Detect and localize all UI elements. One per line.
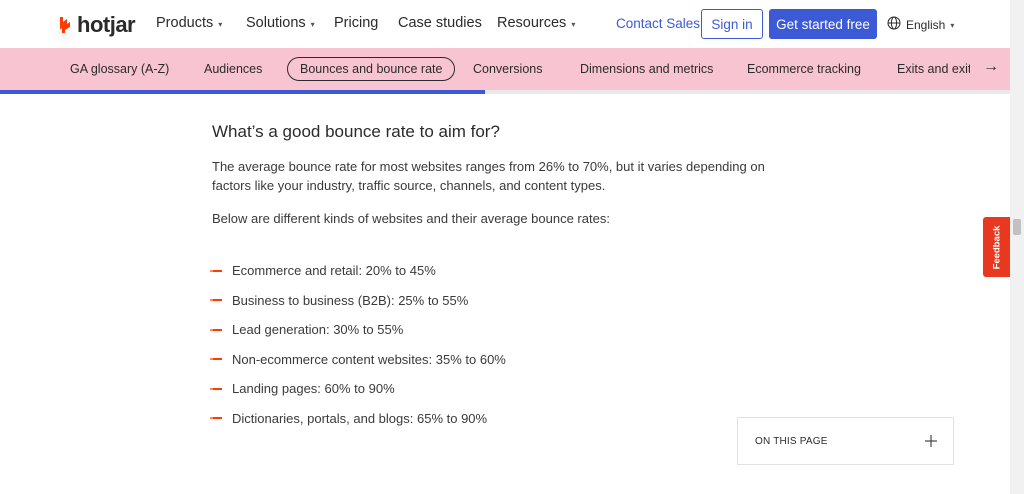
top-navigation: hotjar Products ▾ Solutions ▾ Pricing Ca… — [0, 0, 1010, 48]
get-started-button[interactable]: Get started free — [769, 9, 877, 39]
tab-bounces-and-bounce-rate[interactable]: Bounces and bounce rate — [287, 57, 456, 81]
nav-solutions-label: Solutions — [246, 15, 306, 31]
language-selector[interactable]: English ▾ — [887, 16, 954, 33]
list-item: Ecommerce and retail: 20% to 45% — [210, 256, 792, 286]
bullet-dash-icon — [210, 387, 222, 390]
list-item-text: Ecommerce and retail: 20% to 45% — [232, 263, 436, 279]
bullet-dash-icon — [210, 269, 222, 272]
bullet-dash-icon — [210, 299, 222, 302]
tab-ga-glossary[interactable]: GA glossary (A-Z) — [70, 62, 169, 76]
list-item: Non-ecommerce content websites: 35% to 6… — [210, 345, 792, 375]
list-item-text: Lead generation: 30% to 55% — [232, 322, 404, 338]
intro-paragraph: The average bounce rate for most website… — [212, 159, 765, 193]
chevron-down-icon: ▾ — [950, 21, 955, 30]
nav-resources[interactable]: Resources ▾ — [497, 15, 587, 31]
feedback-label: Feedback — [991, 225, 1003, 269]
reading-progress-track — [0, 90, 1010, 94]
section-heading: What’s a good bounce rate to aim for? — [212, 122, 500, 141]
chevron-down-icon: ▾ — [218, 19, 223, 29]
page-scrollbar[interactable] — [1010, 0, 1024, 494]
list-item-text: Landing pages: 60% to 90% — [232, 381, 395, 397]
list-item: Lead generation: 30% to 55% — [210, 315, 792, 345]
list-item: Landing pages: 60% to 90% — [210, 374, 792, 404]
article-content: What’s a good bounce rate to aim for? Th… — [210, 122, 792, 434]
list-item-text: Non-ecommerce content websites: 35% to 6… — [232, 351, 506, 367]
tab-exits-and-exit-rate[interactable]: Exits and exit r — [897, 62, 970, 76]
contact-sales-link[interactable]: Contact Sales — [616, 16, 700, 31]
brand-name: hotjar — [77, 12, 136, 37]
bullet-dash-icon — [210, 417, 222, 420]
bullet-dash-icon — [210, 358, 222, 361]
nav-products-label: Products — [156, 15, 214, 31]
hotjar-logo-icon — [57, 16, 73, 34]
nav-resources-label: Resources — [497, 15, 567, 31]
tab-dimensions-and-metrics[interactable]: Dimensions and metrics — [580, 62, 713, 76]
plus-icon — [925, 430, 937, 453]
tab-audiences[interactable]: Audiences — [204, 62, 262, 76]
feedback-button[interactable]: Feedback — [983, 217, 1010, 277]
nav-solutions[interactable]: Solutions ▾ — [246, 15, 334, 31]
list-item-text: Dictionaries, portals, and blogs: 65% to… — [232, 410, 488, 426]
nav-products[interactable]: Products ▾ — [156, 15, 246, 31]
glossary-tabs-bar: GA glossary (A-Z) Audiences Bounces and … — [0, 48, 1010, 90]
on-this-page-toggle[interactable]: ON THIS PAGE — [737, 417, 954, 465]
language-label: English — [906, 17, 946, 32]
bounce-rate-list: Ecommerce and retail: 20% to 45% Busines… — [210, 256, 792, 434]
scrollbar-thumb[interactable] — [1013, 219, 1021, 235]
on-this-page-label: ON THIS PAGE — [755, 435, 828, 447]
nav-pricing[interactable]: Pricing — [334, 15, 398, 31]
tab-conversions[interactable]: Conversions — [473, 62, 542, 76]
globe-icon — [887, 16, 901, 33]
tab-ecommerce-tracking[interactable]: Ecommerce tracking — [747, 62, 861, 76]
hotjar-logo[interactable]: hotjar — [57, 12, 136, 38]
nav-case-studies[interactable]: Case studies — [398, 15, 497, 31]
chevron-down-icon: ▾ — [571, 19, 576, 29]
bullet-dash-icon — [210, 328, 222, 331]
main-nav: Products ▾ Solutions ▾ Pricing Case stud… — [156, 15, 587, 31]
list-item-text: Business to business (B2B): 25% to 55% — [232, 292, 469, 308]
reading-progress-fill — [0, 90, 485, 94]
list-intro-paragraph: Below are different kinds of websites an… — [212, 211, 610, 226]
nav-pricing-label: Pricing — [334, 15, 379, 31]
sign-in-button[interactable]: Sign in — [701, 9, 763, 39]
arrow-right-icon[interactable]: → — [983, 58, 999, 76]
nav-case-studies-label: Case studies — [398, 15, 482, 31]
list-item: Business to business (B2B): 25% to 55% — [210, 286, 792, 316]
list-item: Dictionaries, portals, and blogs: 65% to… — [210, 404, 792, 434]
chevron-down-icon: ▾ — [310, 19, 315, 29]
